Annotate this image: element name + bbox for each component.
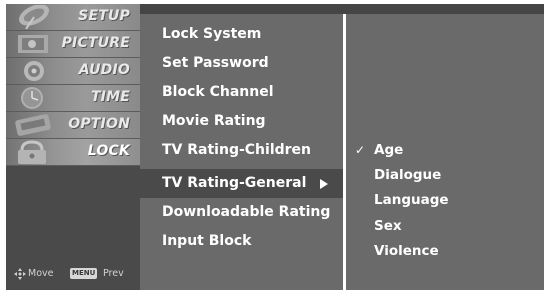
lock-icon xyxy=(18,140,46,164)
option-label: Age xyxy=(374,142,404,158)
menu-item-lock-system[interactable]: Lock System xyxy=(140,20,343,49)
tv-lock-menu: SETUP PICTURE AUDIO TIME OPTION LOCK Mov… xyxy=(0,0,552,295)
sidebar-item-label: AUDIO xyxy=(78,62,130,78)
option-icon xyxy=(15,114,51,136)
menu-key-badge: MENU xyxy=(70,268,98,279)
sidebar-item-label: OPTION xyxy=(68,116,130,132)
sidebar-item-label: PICTURE xyxy=(61,35,130,51)
sidebar-item-label: SETUP xyxy=(78,8,130,24)
submenu-arrow-icon xyxy=(320,179,328,189)
rating-options-panel: ✓ Age Dialogue Language Sex Violence xyxy=(346,14,544,290)
option-label: Violence xyxy=(374,243,439,259)
menu-item-tv-rating-general[interactable]: TV Rating-General xyxy=(140,169,343,198)
clock-icon xyxy=(21,87,43,109)
navigation-hint: Move MENU Prev xyxy=(6,265,140,285)
menu-item-tv-rating-children[interactable]: TV Rating-Children xyxy=(140,136,343,165)
prev-hint-label: Prev xyxy=(103,268,124,279)
sidebar: SETUP PICTURE AUDIO TIME OPTION LOCK xyxy=(6,4,140,290)
speaker-icon xyxy=(24,61,44,81)
menu-item-label: TV Rating-General xyxy=(162,175,307,191)
sidebar-item-picture[interactable]: PICTURE xyxy=(6,31,140,58)
menu-item-movie-rating[interactable]: Movie Rating xyxy=(140,107,343,136)
check-icon: ✓ xyxy=(355,143,366,157)
picture-icon xyxy=(18,35,48,53)
option-language[interactable]: Language xyxy=(346,188,544,212)
option-label: Sex xyxy=(374,218,402,234)
sidebar-item-time[interactable]: TIME xyxy=(6,85,140,112)
menu-item-label: TV Rating-Children xyxy=(162,142,312,158)
menu-item-label: Block Channel xyxy=(162,84,274,100)
option-label: Dialogue xyxy=(374,167,442,183)
lock-submenu: Lock System Set Password Block Channel M… xyxy=(140,14,343,290)
menu-item-label: Downloadable Rating xyxy=(162,204,331,220)
satellite-dish-icon xyxy=(19,5,49,29)
menu-item-label: Lock System xyxy=(162,26,262,42)
menu-item-downloadable-rating[interactable]: Downloadable Rating xyxy=(140,198,343,227)
sidebar-item-audio[interactable]: AUDIO xyxy=(6,58,140,85)
menu-item-label: Set Password xyxy=(162,55,269,71)
move-hint-label: Move xyxy=(28,268,54,279)
sidebar-item-setup[interactable]: SETUP xyxy=(6,4,140,31)
menu-item-block-channel[interactable]: Block Channel xyxy=(140,78,343,107)
menu-item-set-password[interactable]: Set Password xyxy=(140,49,343,78)
sidebar-item-label: LOCK xyxy=(87,143,130,159)
option-sex[interactable]: Sex xyxy=(346,214,544,238)
option-violence[interactable]: Violence xyxy=(346,239,544,263)
option-age[interactable]: ✓ Age xyxy=(346,138,544,162)
menu-item-input-block[interactable]: Input Block xyxy=(140,227,343,256)
sidebar-item-option[interactable]: OPTION xyxy=(6,112,140,139)
option-label: Language xyxy=(374,192,449,208)
option-dialogue[interactable]: Dialogue xyxy=(346,163,544,187)
move-arrows-icon xyxy=(14,268,26,280)
sidebar-item-label: TIME xyxy=(90,89,130,105)
sidebar-item-lock[interactable]: LOCK xyxy=(6,139,140,166)
menu-item-label: Input Block xyxy=(162,233,252,249)
menu-item-label: Movie Rating xyxy=(162,113,266,129)
